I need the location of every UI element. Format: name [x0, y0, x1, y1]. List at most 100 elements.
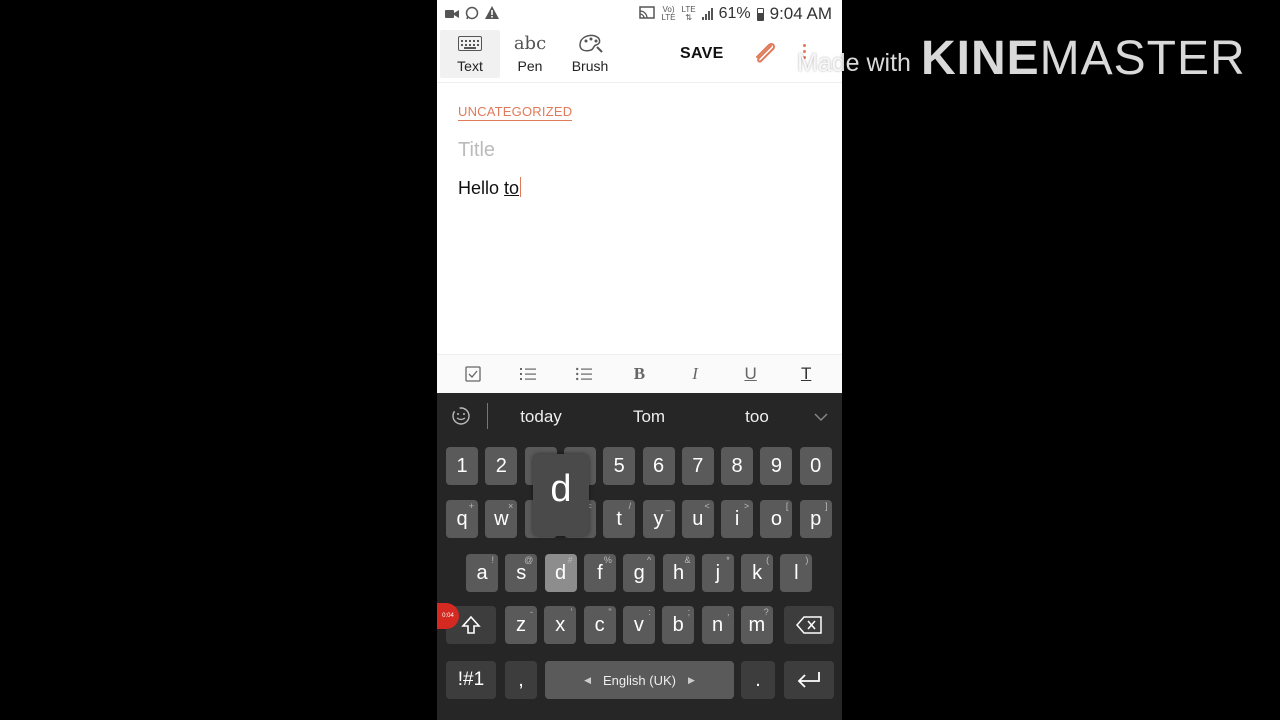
on-screen-keyboard: today Tom too 1234567890q+w×e÷r=t/y_u<i>…	[437, 393, 842, 720]
space-key[interactable]: ◀ English (UK) ▶	[545, 661, 734, 699]
emoji-icon[interactable]	[449, 405, 473, 432]
watermark-brand: KINEMASTER	[921, 31, 1246, 86]
key-t[interactable]: t /	[603, 500, 636, 538]
text-style-button[interactable]: T	[791, 359, 821, 389]
suggestion-strip: today Tom too	[437, 393, 842, 439]
key-c[interactable]: c "	[583, 606, 616, 644]
keyboard-icon	[458, 35, 482, 51]
brush-mode-button[interactable]: Brush	[560, 30, 620, 78]
key-x-alt-label: '	[570, 607, 573, 617]
key-5[interactable]: 5	[603, 447, 636, 485]
key-o[interactable]: o[	[760, 500, 793, 538]
lang-right-icon: ▶	[687, 674, 695, 685]
key-a-label: a	[476, 561, 488, 584]
network-indicator: LTE ⇅	[681, 5, 696, 22]
key-7[interactable]: 7	[681, 447, 714, 485]
key-9[interactable]: 9	[760, 447, 793, 485]
key-s[interactable]: s @	[505, 554, 538, 592]
key-m-alt-label: ?	[763, 607, 769, 617]
lang-left-icon: ◀	[584, 674, 592, 685]
note-body[interactable]: Hello to	[458, 177, 522, 199]
enter-icon	[797, 672, 820, 688]
checkbox-button[interactable]	[458, 359, 488, 389]
key-6[interactable]: 6	[642, 447, 675, 485]
key-z[interactable]: z-	[505, 606, 537, 644]
numbered-list-button[interactable]	[513, 359, 543, 389]
key-p[interactable]: p]	[799, 500, 832, 538]
symbols-key-label: !#1	[457, 669, 485, 690]
key-y[interactable]: y _	[642, 500, 675, 538]
key-q[interactable]: q +	[446, 500, 478, 538]
key-v[interactable]: v:	[622, 606, 655, 644]
pen-mode-button[interactable]: abc Pen	[500, 30, 560, 78]
key-f-label: f	[597, 561, 603, 584]
key-m[interactable]: m?	[740, 606, 773, 644]
key-m-label: m	[748, 613, 766, 636]
period-key[interactable]: .	[741, 661, 775, 699]
key-k[interactable]: k(	[741, 554, 774, 592]
backspace-icon	[796, 616, 822, 634]
brush-mode-label: Brush	[571, 58, 609, 74]
save-button[interactable]: SAVE	[680, 45, 724, 63]
warning-icon	[485, 6, 499, 22]
key-b[interactable]: b;	[662, 606, 695, 644]
key-x[interactable]: x '	[544, 606, 577, 644]
key-a[interactable]: a!	[466, 554, 498, 592]
brush-icon	[577, 30, 603, 56]
key-0[interactable]: 0	[799, 447, 832, 485]
comma-key[interactable]: ,	[505, 661, 537, 699]
suggestion-2[interactable]: Tom	[633, 407, 665, 427]
key-g[interactable]: g ^	[623, 554, 656, 592]
key-d[interactable]: d #	[544, 554, 577, 592]
key-d-alt-label: #	[567, 555, 573, 565]
clock: 9:04 AM	[769, 4, 832, 23]
key-w[interactable]: w ×	[485, 500, 518, 538]
underline-button[interactable]: U	[736, 359, 766, 389]
chevron-down-icon[interactable]	[814, 409, 828, 427]
bold-button[interactable]: B	[624, 359, 654, 389]
key-f-alt-label: %	[603, 555, 612, 565]
key-j-alt-label: *	[726, 555, 730, 565]
italic-button[interactable]: I	[680, 359, 710, 389]
symbols-key[interactable]: !#1	[446, 661, 496, 699]
backspace-key[interactable]	[784, 606, 834, 644]
key-6-label: 6	[652, 454, 665, 477]
text-mode-button[interactable]: Text	[440, 30, 500, 78]
text-mode-label: Text	[457, 58, 483, 74]
key-8-label: 8	[731, 454, 743, 477]
category-label[interactable]: UNCATEGORIZED	[458, 104, 573, 121]
key-1[interactable]: 1	[446, 447, 478, 485]
key-i[interactable]: i >	[721, 500, 754, 538]
key-v-label: v	[633, 613, 644, 636]
key-n[interactable]: n,	[701, 606, 734, 644]
key-preview-popup: d	[533, 454, 589, 536]
suggestion-1[interactable]: today	[520, 407, 562, 427]
key-h[interactable]: h &	[662, 554, 695, 592]
key-l[interactable]: l)	[780, 554, 813, 592]
status-bar: Vo) LTE LTE ⇅ 61% 9:04 AM	[437, 0, 842, 28]
pen-mode-label: Pen	[517, 58, 543, 74]
key-s-alt-label: @	[524, 555, 534, 565]
body-text: Hello	[458, 178, 505, 198]
key-j[interactable]: j *	[701, 554, 734, 592]
enter-key[interactable]	[784, 661, 834, 699]
key-0-label: 0	[810, 454, 822, 477]
key-o-alt-label: [	[785, 501, 789, 511]
key-z-label: z	[516, 613, 526, 636]
key-f[interactable]: f%	[583, 554, 616, 592]
key-2[interactable]: 2	[485, 447, 518, 485]
battery-icon	[756, 7, 764, 21]
title-input[interactable]	[458, 136, 818, 164]
key-j-label: j	[715, 561, 721, 584]
paperclip-icon[interactable]	[751, 42, 777, 71]
key-h-alt-label: &	[684, 555, 691, 565]
suggestion-3[interactable]: too	[745, 407, 769, 427]
key-u-label: u	[692, 507, 704, 530]
battery-percent: 61%	[718, 5, 751, 22]
bullet-list-button[interactable]	[569, 359, 599, 389]
key-p-alt-label: ]	[825, 501, 828, 511]
key-8[interactable]: 8	[721, 447, 754, 485]
key-u[interactable]: u <	[681, 500, 714, 538]
shift-icon	[461, 615, 481, 634]
key-b-alt-label: ;	[687, 607, 691, 617]
